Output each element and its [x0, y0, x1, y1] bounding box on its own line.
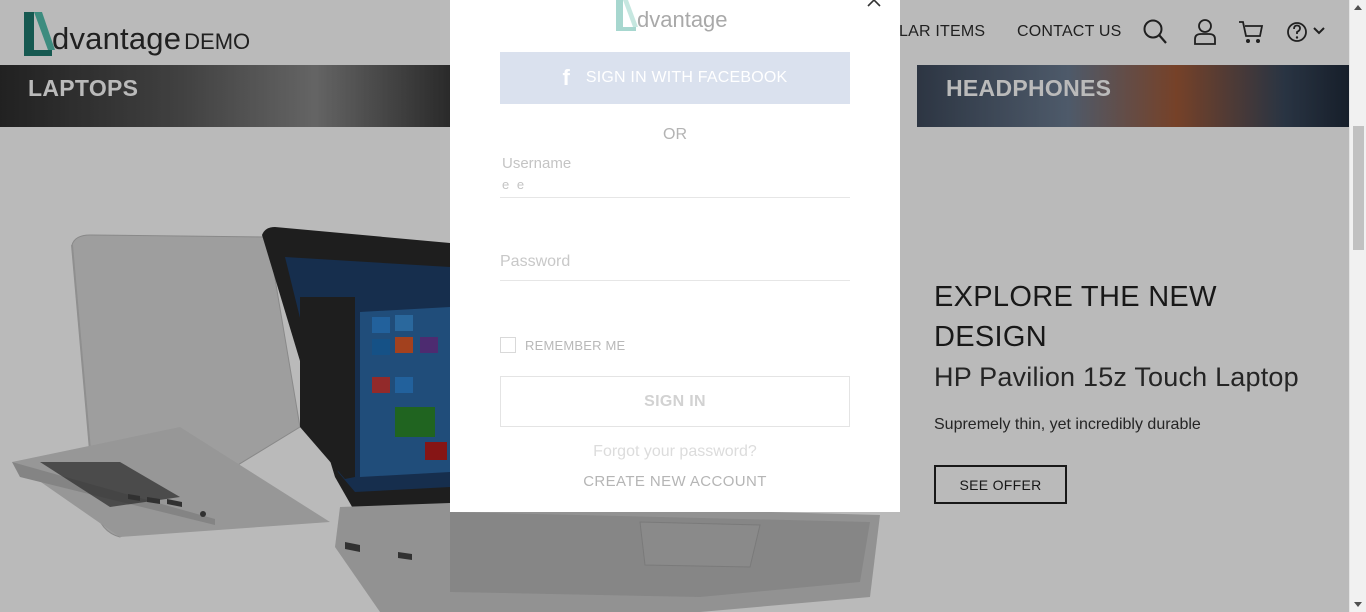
remember-me-label: REMEMBER ME — [525, 337, 626, 353]
sign-in-button[interactable]: SIGN IN — [500, 376, 850, 427]
remember-me-checkbox[interactable] — [500, 337, 516, 353]
forgot-password-link[interactable]: Forgot your password? — [450, 443, 900, 461]
remember-me[interactable]: REMEMBER ME — [500, 337, 625, 353]
or-divider: OR — [663, 126, 687, 143]
create-account-link[interactable]: CREATE NEW ACCOUNT — [450, 473, 900, 490]
facebook-signin-label: SIGN IN WITH FACEBOOK — [585, 69, 788, 86]
scroll-down-arrow-icon[interactable] — [1354, 602, 1362, 607]
username-field[interactable]: Username e e — [500, 152, 850, 198]
password-placeholder: Password — [500, 253, 571, 270]
username-value[interactable]: e e — [502, 177, 526, 192]
login-modal: dvantage f SIGN IN WITH FACEBOOK OR User… — [450, 0, 900, 512]
modal-logo-name: dvantage — [637, 7, 728, 32]
facebook-icon: f — [562, 65, 570, 90]
facebook-signin-button[interactable]: f SIGN IN WITH FACEBOOK — [500, 52, 850, 104]
modal-logo: dvantage — [614, 0, 728, 32]
password-field[interactable]: Password — [500, 250, 850, 281]
scroll-up-arrow-icon[interactable] — [1354, 5, 1362, 10]
scrollbar-thumb[interactable] — [1353, 126, 1364, 250]
page-scrollbar[interactable] — [1349, 0, 1366, 612]
close-icon[interactable] — [863, 0, 887, 12]
username-label: Username — [502, 155, 572, 172]
